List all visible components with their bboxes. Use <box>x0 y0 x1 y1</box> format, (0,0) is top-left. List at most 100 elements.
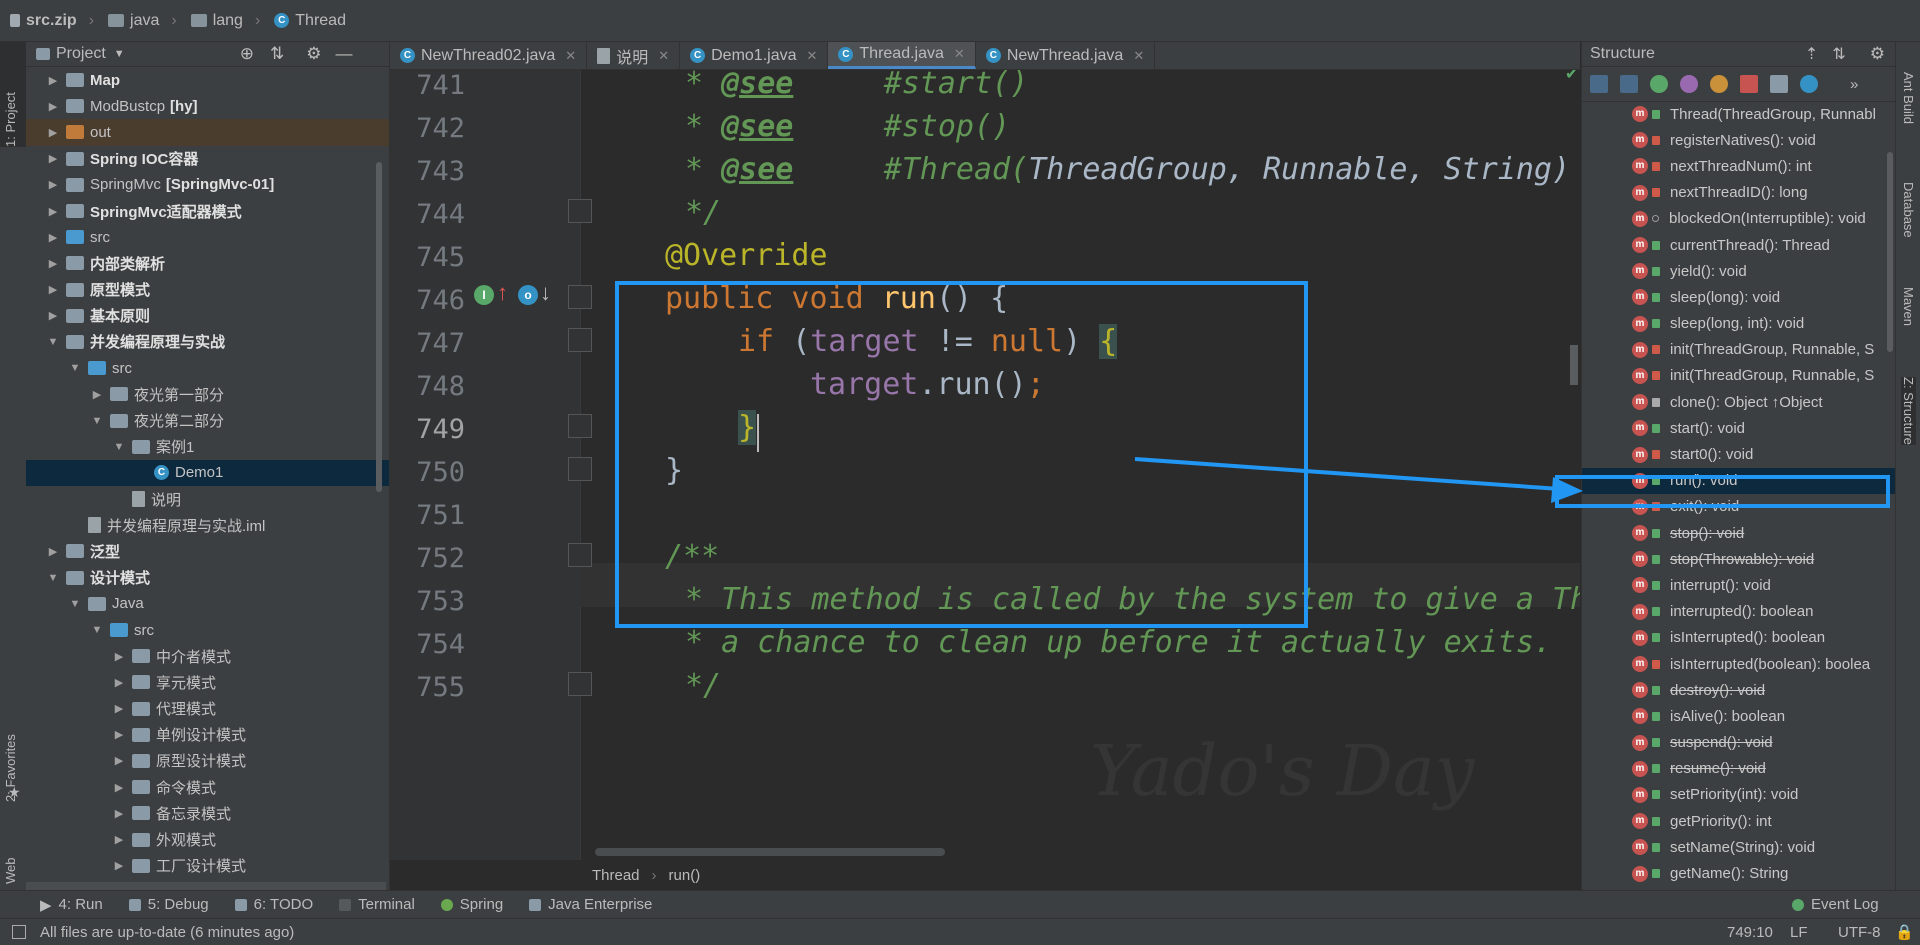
footer-crumb-method[interactable]: run() <box>669 867 701 884</box>
project-tree-item[interactable]: ▼ Java <box>26 591 389 617</box>
expand-arrow-icon[interactable]: ▼ <box>68 362 82 374</box>
collapse-arrow-icon[interactable]: ▶ <box>46 178 60 191</box>
collapse-arrow-icon[interactable]: ▶ <box>112 781 126 794</box>
collapse-arrow-icon[interactable]: ▶ <box>90 388 104 401</box>
footer-crumb-class[interactable]: Thread <box>592 867 640 884</box>
structure-item[interactable]: m destroy(): void <box>1582 677 1896 703</box>
project-tree-item[interactable]: ▶ 泛型 <box>26 538 389 564</box>
spring-tool-button[interactable]: Spring <box>440 896 503 913</box>
collapse-arrow-icon[interactable]: ▶ <box>112 728 126 741</box>
project-tree-item[interactable]: ▶ ModBustcp [hy] <box>26 93 389 119</box>
collapse-arrow-icon[interactable]: ▶ <box>46 231 60 244</box>
collapse-arrow-icon[interactable]: ▶ <box>46 283 60 296</box>
editor-tab[interactable]: C Thread.java ✕ <box>828 42 976 69</box>
collapse-arrow-icon[interactable]: ▶ <box>46 152 60 165</box>
structure-item[interactable]: m setName(String): void <box>1582 834 1896 860</box>
sort-alpha-icon[interactable] <box>1620 75 1638 93</box>
close-icon[interactable]: ✕ <box>1133 48 1144 64</box>
project-tree-item[interactable]: ▶ 命令模式 <box>26 774 389 800</box>
project-tree-item[interactable]: ▶ SpringMvc适配器模式 <box>26 198 389 224</box>
structure-item[interactable]: m stop(Throwable): void <box>1582 546 1896 572</box>
collapse-arrow-icon[interactable]: ▶ <box>46 126 60 139</box>
structure-item[interactable]: m clone(): Object ↑Object <box>1582 389 1896 415</box>
project-tree-item[interactable]: ▶ out <box>26 119 389 146</box>
editor-tab[interactable]: C Demo1.java ✕ <box>680 42 829 69</box>
show-lambdas-icon[interactable] <box>1770 75 1788 93</box>
structure-item[interactable]: m start(): void <box>1582 415 1896 441</box>
structure-item[interactable]: m init(ThreadGroup, Runnable, S <box>1582 363 1896 389</box>
gear-icon[interactable]: ⚙ <box>306 44 321 64</box>
structure-item[interactable]: m nextThreadID(): long <box>1582 180 1896 206</box>
more-icon[interactable]: » <box>1850 76 1858 93</box>
fold-marker-icon[interactable] <box>568 543 592 567</box>
structure-item[interactable]: m registerNatives(): void <box>1582 127 1896 153</box>
close-icon[interactable]: ✕ <box>658 48 669 64</box>
structure-item[interactable]: m sleep(long): void <box>1582 284 1896 310</box>
collapse-arrow-icon[interactable]: ▶ <box>46 100 60 113</box>
crumb-class-thread[interactable]: C Thread <box>274 12 346 30</box>
structure-item[interactable]: m isInterrupted(): boolean <box>1582 625 1896 651</box>
structure-item[interactable]: m setPriority(int): void <box>1582 782 1896 808</box>
arrow-up-icon[interactable]: ↑ <box>497 280 508 306</box>
project-horizontal-scrollbar[interactable] <box>26 882 386 890</box>
ant-build-tool-tab[interactable]: Ant Build <box>1901 72 1916 124</box>
project-tree-item[interactable]: ▼ 夜光第二部分 <box>26 407 389 433</box>
gear-icon[interactable]: ⚙ <box>1870 44 1885 64</box>
arrow-down-icon[interactable]: ↓ <box>540 280 551 306</box>
chevron-down-icon[interactable]: ▼ <box>114 48 125 60</box>
project-tree-item[interactable]: ▶ Spring IOC容器 <box>26 146 389 172</box>
structure-item[interactable]: m isAlive(): boolean <box>1582 703 1896 729</box>
minimize-icon[interactable]: — <box>335 44 352 64</box>
expand-arrow-icon[interactable]: ▼ <box>90 624 104 636</box>
structure-scrollbar[interactable] <box>1887 152 1893 352</box>
collapse-arrow-icon[interactable]: ▶ <box>46 74 60 87</box>
project-tree-item[interactable]: ▶ 原型模式 <box>26 277 389 303</box>
project-panel-title[interactable]: Project <box>56 45 106 63</box>
collapse-all-icon[interactable]: ⇅ <box>270 44 284 64</box>
structure-item[interactable]: m blockedOn(Interruptible): void <box>1582 206 1896 232</box>
event-log-button[interactable]: Event Log <box>1792 896 1879 913</box>
line-separator[interactable]: LF <box>1790 924 1808 941</box>
editor-tab[interactable]: C NewThread02.java ✕ <box>390 42 588 69</box>
close-icon[interactable]: ✕ <box>954 46 965 62</box>
project-tree-item[interactable]: ▶ 中介者模式 <box>26 643 389 669</box>
fold-marker-icon[interactable] <box>568 285 592 309</box>
collapse-arrow-icon[interactable]: ▶ <box>46 257 60 270</box>
collapse-all-icon[interactable]: ⇅ <box>1832 44 1845 64</box>
project-tree-item[interactable]: ▼ 设计模式 <box>26 565 389 591</box>
database-tool-tab[interactable]: Database <box>1901 182 1916 238</box>
crumb-package-java[interactable]: java › <box>108 12 177 30</box>
collapse-arrow-icon[interactable]: ▶ <box>112 833 126 846</box>
project-scrollbar[interactable] <box>376 162 382 492</box>
crumb-package-lang[interactable]: lang › <box>190 12 260 30</box>
structure-item[interactable]: m start0(): void <box>1582 441 1896 467</box>
structure-item[interactable]: m resume(): void <box>1582 756 1896 782</box>
collapse-arrow-icon[interactable]: ▶ <box>46 205 60 218</box>
structure-item[interactable]: m interrupted(): boolean <box>1582 599 1896 625</box>
project-tree-item[interactable]: ▶ SpringMvc [SpringMvc-01] <box>26 172 389 198</box>
expand-arrow-icon[interactable]: ▼ <box>90 415 104 427</box>
collapse-arrow-icon[interactable]: ▶ <box>112 650 126 663</box>
editor-tab[interactable]: C NewThread.java ✕ <box>976 42 1156 69</box>
web-tool-tab[interactable]: Web <box>3 858 18 885</box>
show-non-public-icon[interactable] <box>1740 75 1758 93</box>
project-tree-item[interactable]: ▶ 享元模式 <box>26 669 389 695</box>
collapse-arrow-icon[interactable]: ▶ <box>112 754 126 767</box>
caret-position[interactable]: 749:10 <box>1727 924 1773 941</box>
show-properties-icon[interactable] <box>1680 75 1698 93</box>
structure-tool-tab[interactable]: Z: Structure <box>1901 377 1916 445</box>
project-tree-item[interactable]: ▼ 案例1 <box>26 434 389 460</box>
project-tree-item[interactable]: ▶ 外观模式 <box>26 826 389 852</box>
project-tree-item[interactable]: ▶ 内部类解析 <box>26 250 389 276</box>
todo-tool-button[interactable]: 6: TODO <box>234 896 313 913</box>
structure-item[interactable]: m isInterrupted(boolean): boolea <box>1582 651 1896 677</box>
project-tree-item[interactable]: 并发编程原理与实战.iml <box>26 512 389 538</box>
project-tree-item[interactable]: ▶ 单例设计模式 <box>26 722 389 748</box>
tool-windows-toggle-icon[interactable] <box>12 925 26 939</box>
autoscroll-icon[interactable] <box>1800 75 1818 93</box>
expand-all-icon[interactable]: ⇡ <box>1805 44 1818 64</box>
collapse-arrow-icon[interactable]: ▶ <box>112 859 126 872</box>
structure-item[interactable]: m getPriority(): int <box>1582 808 1896 834</box>
project-tree-item[interactable]: ▶ 基本原则 <box>26 303 389 329</box>
structure-item[interactable]: m init(ThreadGroup, Runnable, S <box>1582 337 1896 363</box>
